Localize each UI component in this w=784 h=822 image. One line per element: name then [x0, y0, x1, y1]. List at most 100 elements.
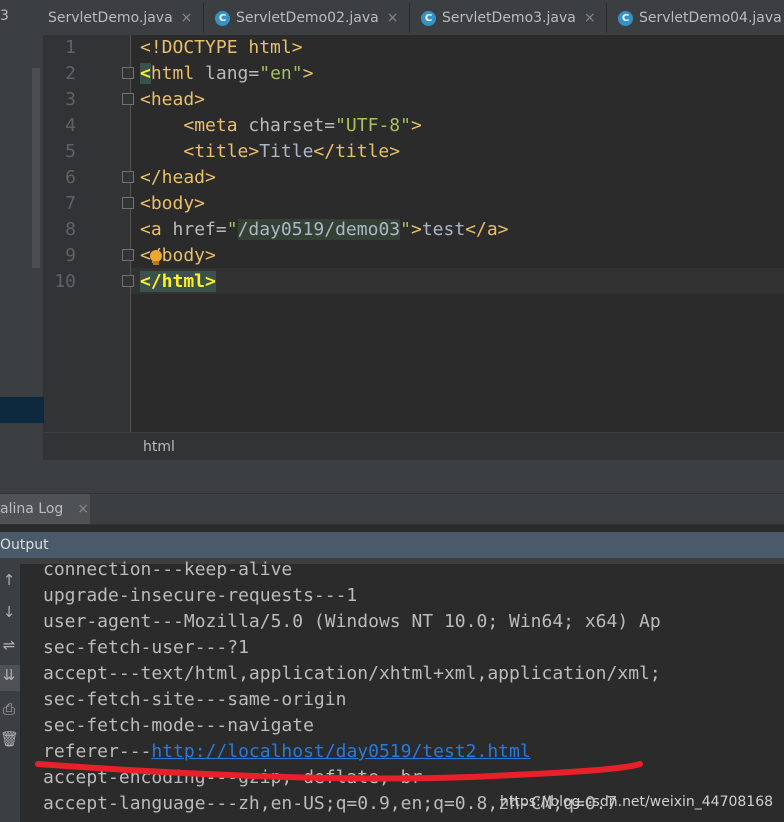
tab-catalina-log[interactable]: alina Log × — [0, 494, 90, 524]
code-token: <!DOCTYPE html> — [140, 37, 303, 58]
scroll-to-end-icon[interactable]: ⇊ — [0, 666, 18, 684]
code-line[interactable]: <!DOCTYPE html> — [140, 35, 303, 61]
console-line: sec-fetch-user---?1 — [43, 635, 249, 661]
line-number: 7 — [65, 193, 76, 214]
code-token: <title> — [183, 141, 260, 162]
tab-label: ServletDemo04.java — [639, 10, 782, 26]
code-token: charset= — [237, 115, 336, 136]
breadcrumb-item[interactable]: html — [143, 439, 175, 455]
console-text: sec-fetch-site---same-origin — [43, 689, 347, 710]
code-token: > — [410, 219, 422, 240]
console-link[interactable]: http://localhost/day0519/test2.html — [151, 741, 530, 762]
panel-corner: 3 — [0, 0, 44, 35]
panel-corner-glyph: 3 — [0, 8, 9, 24]
code-token: lang= — [194, 63, 260, 84]
code-line[interactable]: <title>Title</title> — [140, 139, 400, 165]
line-number: 2 — [65, 63, 76, 84]
close-icon[interactable]: × — [181, 10, 193, 26]
console-text: sec-fetch-user---?1 — [43, 637, 249, 658]
code-line[interactable]: <body> — [140, 191, 205, 217]
code-token: > — [410, 115, 422, 136]
watermark: https://blog.csdn.net/weixin_44708168 — [500, 794, 774, 810]
code-token: "en" — [259, 63, 303, 84]
code-token: </head> — [140, 167, 216, 188]
console-line: accept-encoding---gzip, deflate, br — [43, 765, 422, 791]
code-token: <head> — [140, 89, 206, 110]
console-text: accept-encoding---gzip, deflate, br — [43, 767, 423, 788]
current-line-highlight — [131, 268, 784, 294]
output-label: Output — [0, 537, 49, 553]
console-text: upgrade-insecure-requests---1 — [43, 585, 358, 606]
code-token: > — [302, 63, 314, 84]
line-number: 4 — [65, 115, 76, 136]
code-token: <a — [140, 219, 162, 240]
console-text: accept---text/html,application/xhtml+xml… — [43, 663, 661, 684]
code-line[interactable]: </head> — [140, 165, 216, 191]
line-number: 6 — [65, 167, 76, 188]
console-text: connection---keep-alive — [43, 559, 293, 580]
console-line: upgrade-insecure-requests---1 — [43, 583, 357, 609]
code-line[interactable]: <meta charset="UTF-8"> — [140, 113, 422, 139]
code-line[interactable]: <head> — [140, 87, 205, 113]
console-text: user-agent---Mozilla/5.0 (Windows NT 10.… — [43, 611, 661, 632]
line-number: 8 — [65, 219, 76, 240]
console-line: sec-fetch-mode---navigate — [43, 713, 314, 739]
console-text: sec-fetch-mode---navigate — [43, 715, 314, 736]
fold-marker-icon[interactable] — [122, 67, 134, 79]
code-token: " — [400, 219, 411, 240]
tab-label: ServletDemo02.java — [236, 10, 379, 26]
code-token: </title> — [313, 141, 401, 162]
soft-wrap-icon[interactable]: ⇌ — [0, 636, 18, 654]
code-token: <body> — [140, 193, 206, 214]
line-number: 3 — [65, 89, 76, 110]
close-icon[interactable]: × — [77, 501, 89, 517]
close-icon[interactable]: × — [387, 10, 399, 26]
status-gap — [0, 460, 784, 493]
code-token: "UTF-8" — [335, 115, 411, 136]
code-line[interactable]: </html> — [140, 269, 216, 295]
fold-marker-icon[interactable] — [122, 275, 134, 287]
project-scrollbar[interactable] — [32, 68, 40, 268]
code-token: </html> — [140, 271, 216, 292]
fold-marker-icon[interactable] — [122, 93, 134, 105]
class-icon: C — [421, 10, 436, 26]
tab-servletdemo[interactable]: ServletDemo.java × — [44, 3, 204, 33]
code-line[interactable]: <html lang="en"> — [140, 61, 313, 87]
console-line: user-agent---Mozilla/5.0 (Windows NT 10.… — [43, 609, 661, 635]
line-number: 10 — [54, 271, 76, 292]
console-line: sec-fetch-site---same-origin — [43, 687, 346, 713]
code-token: </a> — [465, 219, 509, 240]
console-text: referer--- — [43, 741, 152, 762]
code-token: test — [421, 219, 466, 240]
scroll-up-icon[interactable]: ↑ — [0, 571, 18, 589]
trash-icon[interactable]: 🗑 — [0, 730, 19, 748]
code-token: " — [226, 219, 238, 240]
class-icon: C — [215, 10, 230, 26]
lightbulb-base — [153, 261, 159, 265]
fold-marker-icon[interactable] — [122, 171, 134, 183]
fold-marker-icon[interactable] — [122, 197, 134, 209]
code-token: < — [140, 63, 151, 84]
code-token: html — [150, 63, 195, 84]
close-icon[interactable]: × — [584, 10, 596, 26]
tab-label: alina Log — [0, 501, 64, 517]
tab-servletdemo3[interactable]: C ServletDemo3.java × — [410, 3, 607, 33]
tab-servletdemo04[interactable]: C ServletDemo04.java — [607, 3, 784, 33]
fold-marker-icon[interactable] — [122, 249, 134, 261]
log-tab-bar: alina Log × — [0, 493, 784, 525]
project-selected-row[interactable] — [0, 397, 44, 423]
scroll-down-icon[interactable]: ↓ — [0, 603, 18, 621]
code-line[interactable]: <a href="/day0519/demo03">test</a> — [140, 217, 509, 243]
output-header[interactable]: Output — [0, 532, 784, 558]
print-icon[interactable]: ⎙ — [0, 700, 18, 718]
console-line: accept---text/html,application/xhtml+xml… — [43, 661, 661, 687]
tab-label: ServletDemo.java — [48, 10, 173, 26]
line-number: 5 — [65, 141, 76, 162]
code-token: href= — [161, 219, 227, 240]
line-number: 9 — [65, 245, 76, 266]
tab-label: ServletDemo3.java — [442, 10, 576, 26]
breadcrumb: html — [44, 432, 784, 460]
tab-servletdemo02[interactable]: C ServletDemo02.java × — [204, 3, 410, 33]
